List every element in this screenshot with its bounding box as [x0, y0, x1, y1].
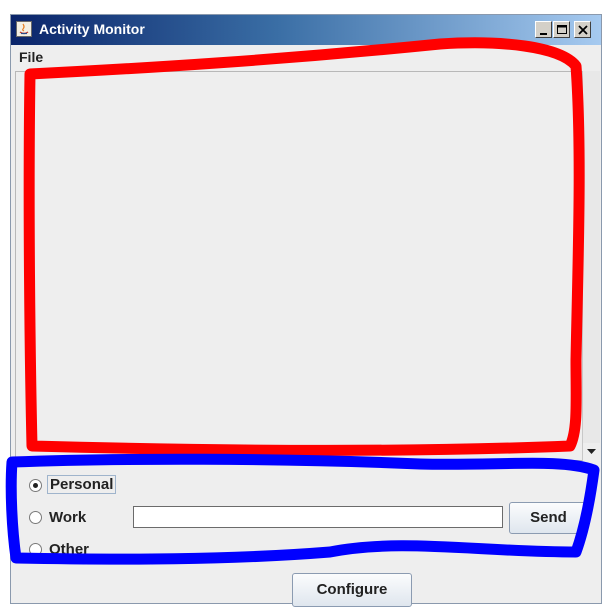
menu-file[interactable]: File	[19, 49, 43, 65]
title-bar[interactable]: Activity Monitor	[11, 15, 601, 45]
radio-label-other: Other	[49, 541, 90, 558]
send-button[interactable]: Send	[509, 502, 588, 534]
window-title: Activity Monitor	[39, 21, 145, 37]
minimize-button[interactable]	[535, 21, 552, 38]
scroll-down-button[interactable]	[583, 443, 600, 461]
configure-button[interactable]: Configure	[292, 573, 412, 607]
radio-label-work: Work	[49, 509, 87, 526]
radio-label-personal: Personal	[47, 475, 117, 494]
radio-button[interactable]	[29, 511, 42, 524]
close-button[interactable]	[574, 21, 591, 38]
message-input[interactable]	[133, 506, 503, 528]
radio-button[interactable]	[29, 479, 42, 492]
activity-log-area[interactable]	[15, 71, 591, 461]
activity-monitor-window: Activity Monitor File Personal Work Othe…	[10, 14, 602, 607]
radio-button[interactable]	[29, 543, 42, 556]
java-app-icon	[16, 21, 32, 37]
vertical-scrollbar[interactable]	[582, 71, 600, 461]
menu-bar: File	[11, 45, 601, 67]
maximize-button[interactable]	[553, 21, 570, 38]
radio-selected-dot	[33, 483, 38, 488]
